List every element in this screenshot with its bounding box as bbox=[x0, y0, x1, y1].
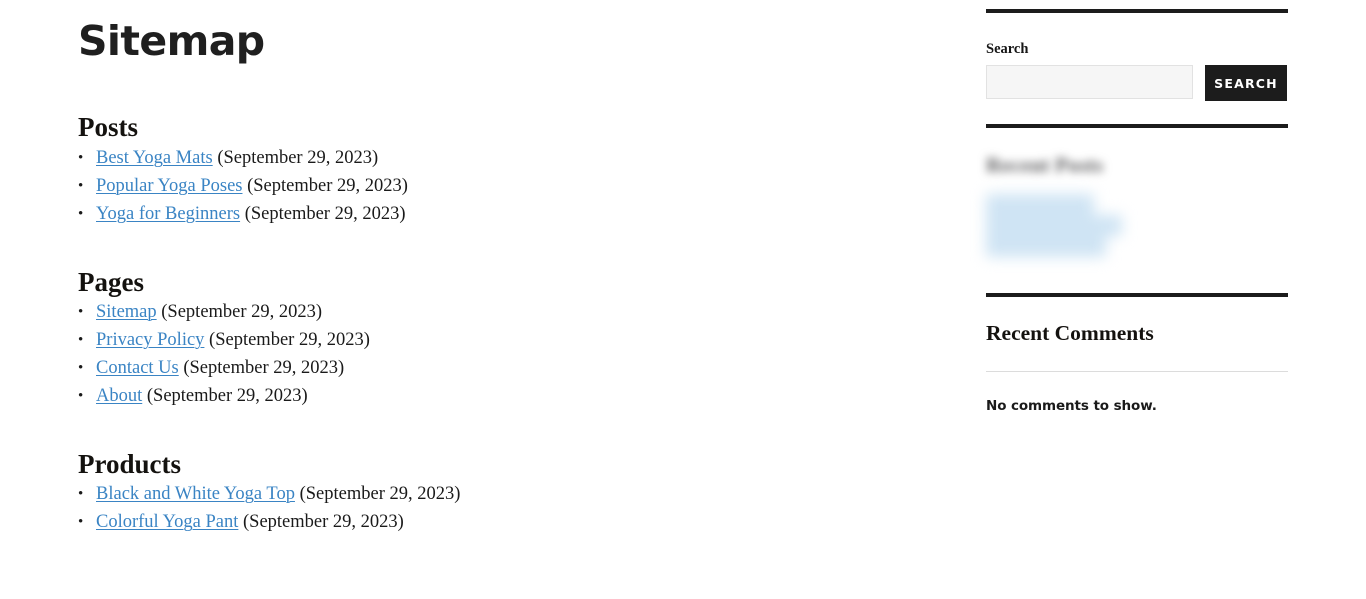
search-widget: Search Search bbox=[986, 41, 1288, 102]
recent-comments-heading: Recent Comments bbox=[986, 320, 1154, 345]
sitemap-list-products: Black and White Yoga Top (September 29, … bbox=[78, 480, 938, 536]
sitemap-link[interactable]: Best Yoga Mats bbox=[96, 148, 213, 168]
sitemap-link[interactable]: Yoga for Beginners bbox=[96, 204, 240, 224]
list-item: Colorful Yoga Pant (September 29, 2023) bbox=[78, 508, 938, 536]
search-button[interactable]: Search bbox=[1205, 65, 1287, 102]
sitemap-page: Sitemap Posts Best Yoga Mats (September … bbox=[0, 0, 1366, 599]
no-comments-message: No comments to show. bbox=[986, 398, 1157, 415]
page-title: Sitemap bbox=[78, 17, 265, 65]
list-item: About (September 29, 2023) bbox=[78, 382, 938, 410]
widget-divider-bottom bbox=[986, 292, 1288, 297]
recent-comments-widget: Recent Comments No comments to show. bbox=[986, 320, 1288, 415]
list-item: Popular Yoga Poses (September 29, 2023) bbox=[78, 172, 938, 200]
item-date: (September 29, 2023) bbox=[299, 484, 461, 505]
widget-divider-middle bbox=[986, 124, 1288, 129]
recent-post-item[interactable] bbox=[986, 193, 1094, 215]
list-item: Yoga for Beginners (September 29, 2023) bbox=[78, 200, 938, 228]
recent-posts-widget: Recent Posts bbox=[986, 152, 1288, 257]
recent-post-item[interactable] bbox=[986, 235, 1106, 257]
list-item: Sitemap (September 29, 2023) bbox=[78, 298, 938, 326]
section-heading-pages: Pages bbox=[78, 266, 144, 297]
list-item: Contact Us (September 29, 2023) bbox=[78, 354, 938, 382]
recent-posts-heading: Recent Posts bbox=[986, 153, 1104, 178]
list-item: Best Yoga Mats (September 29, 2023) bbox=[78, 144, 938, 172]
item-date: (September 29, 2023) bbox=[244, 203, 406, 224]
item-date: (September 29, 2023) bbox=[209, 329, 370, 350]
item-date: (September 29, 2023) bbox=[247, 175, 408, 196]
item-date: (September 29, 2023) bbox=[183, 357, 345, 378]
widget-divider-top bbox=[986, 9, 1288, 13]
sitemap-link[interactable]: Sitemap bbox=[96, 302, 157, 322]
section-heading-products: Products bbox=[78, 448, 182, 479]
sitemap-link[interactable]: Colorful Yoga Pant bbox=[96, 512, 238, 532]
search-label: Search bbox=[986, 41, 1029, 57]
sitemap-link[interactable]: Popular Yoga Poses bbox=[96, 176, 242, 196]
sitemap-link[interactable]: Privacy Policy bbox=[96, 330, 204, 350]
item-date: (September 29, 2023) bbox=[243, 512, 404, 533]
sitemap-list-pages: Sitemap (September 29, 2023) Privacy Pol… bbox=[78, 298, 938, 410]
sitemap-link[interactable]: Black and White Yoga Top bbox=[96, 484, 295, 504]
recent-post-item[interactable] bbox=[986, 214, 1122, 236]
main-content: Sitemap Posts Best Yoga Mats (September … bbox=[78, 0, 938, 536]
section-heading-posts: Posts bbox=[78, 112, 138, 143]
sidebar: Search Search Recent Posts Recent Commen… bbox=[986, 0, 1288, 414]
recent-posts-list bbox=[986, 193, 1288, 257]
sitemap-link[interactable]: About bbox=[96, 386, 142, 406]
list-item: Privacy Policy (September 29, 2023) bbox=[78, 326, 938, 354]
recent-comments-divider bbox=[986, 371, 1288, 373]
item-date: (September 29, 2023) bbox=[217, 147, 379, 168]
list-item: Black and White Yoga Top (September 29, … bbox=[78, 480, 938, 508]
item-date: (September 29, 2023) bbox=[146, 385, 308, 406]
sitemap-link[interactable]: Contact Us bbox=[96, 358, 179, 378]
search-input[interactable] bbox=[986, 65, 1193, 100]
sitemap-list-posts: Best Yoga Mats (September 29, 2023) Popu… bbox=[78, 144, 938, 228]
item-date: (September 29, 2023) bbox=[161, 301, 323, 322]
